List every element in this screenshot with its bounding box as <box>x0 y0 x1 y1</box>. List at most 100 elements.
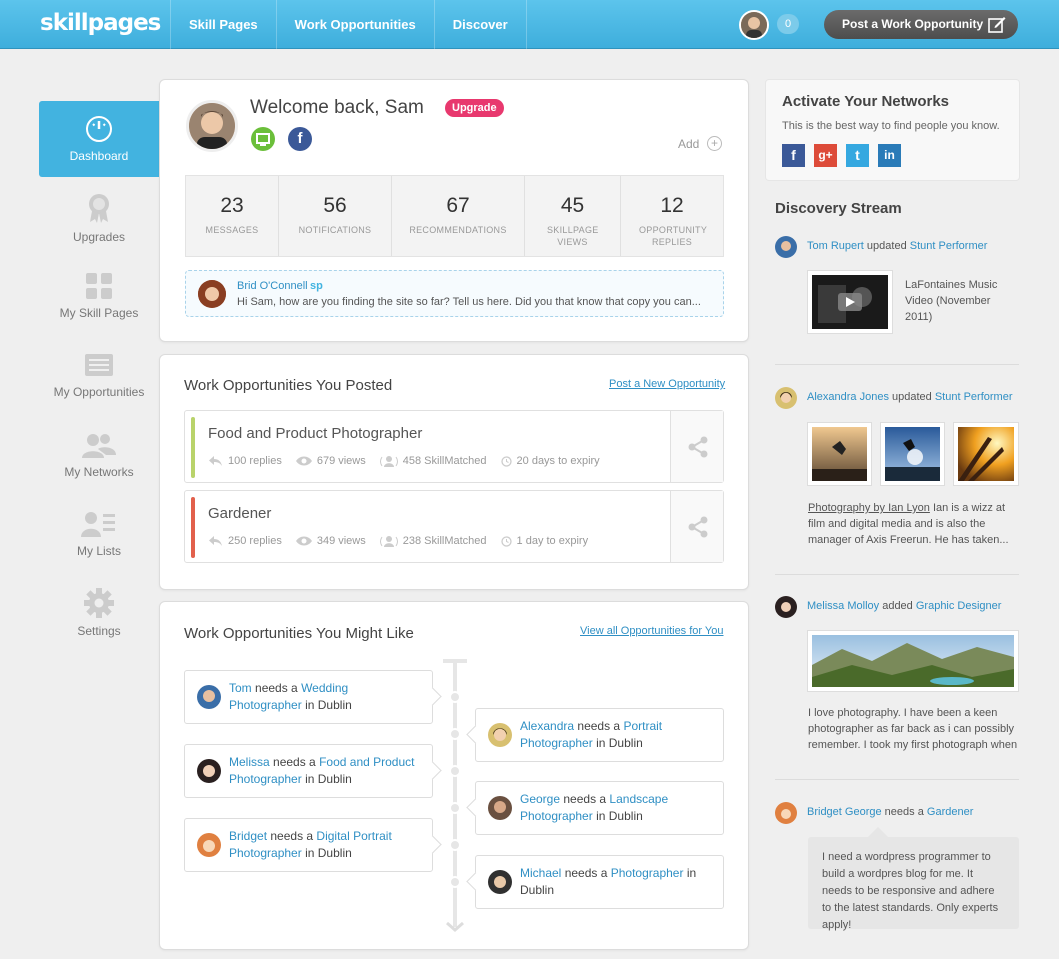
nav-work-opportunities[interactable]: Work Opportunities <box>275 0 434 49</box>
stat-recommendations[interactable]: 67 RECOMMENDATIONS <box>392 176 525 256</box>
welcome-card: Welcome back, Sam Upgrade f Add + 23 MES… <box>159 79 749 342</box>
opportunity-item[interactable]: Melissa needs a Food and Product Photogr… <box>184 744 433 798</box>
job-status-bar <box>191 497 195 558</box>
facebook-icon[interactable]: f <box>782 144 805 167</box>
job-views: 679 views <box>316 455 366 467</box>
job-meta: 100 replies 679 views 458 SkillMatched 2… <box>209 455 600 467</box>
avatar[interactable] <box>775 596 797 618</box>
reply-icon <box>209 456 222 466</box>
opportunity-item[interactable]: Bridget needs a Digital Portrait Photogr… <box>184 818 433 872</box>
edit-icon <box>988 17 1006 33</box>
request-quote: I need a wordpress programmer to build a… <box>808 827 1019 931</box>
avatar <box>197 685 221 709</box>
person-link[interactable]: Bridget George <box>807 806 882 818</box>
person-link[interactable]: Melissa Molloy <box>807 600 879 612</box>
notification-count[interactable]: 0 <box>777 14 799 34</box>
timeline-dot <box>449 765 461 777</box>
skillpages-network-icon[interactable] <box>251 127 275 151</box>
target-link[interactable]: Stunt Performer <box>910 240 988 252</box>
opportunity-item[interactable]: George needs a Landscape Photographer in… <box>475 781 724 835</box>
target-link[interactable]: Stunt Performer <box>935 391 1013 403</box>
job-title[interactable]: Gardener <box>208 505 271 522</box>
person-link[interactable]: Alexandra <box>520 719 574 733</box>
target-link[interactable]: Graphic Designer <box>916 600 1002 612</box>
user-avatar[interactable] <box>739 10 769 40</box>
sidebar-item-my-networks[interactable]: My Networks <box>39 433 159 479</box>
logo[interactable]: skillpages <box>40 10 161 36</box>
clock-icon <box>500 455 512 467</box>
stat-notifications[interactable]: 56 NOTIFICATIONS <box>279 176 392 256</box>
opportunity-item[interactable]: Tom needs a Wedding Photographer in Dubl… <box>184 670 433 724</box>
landscape-thumbnail[interactable] <box>807 630 1019 692</box>
list-icon <box>85 354 113 376</box>
clock-icon <box>500 535 512 547</box>
opportunity-text: Tom needs a Wedding Photographer in Dubl… <box>229 680 424 714</box>
posted-job[interactable]: Gardener 250 replies 349 views 238 Skill… <box>184 490 724 563</box>
sidebar-label-my-skill-pages: My Skill Pages <box>59 306 139 320</box>
person-link[interactable]: Alexandra Jones <box>807 391 889 403</box>
grid-icon <box>86 273 112 299</box>
profile-avatar[interactable] <box>186 100 238 152</box>
message-preview[interactable]: Brid O'Connell sp Hi Sam, how are you fi… <box>185 270 724 317</box>
share-icon <box>688 436 708 458</box>
place-text: Dublin <box>520 883 555 897</box>
job-title[interactable]: Food and Product Photographer <box>208 425 422 442</box>
message-sender[interactable]: Brid O'Connell <box>237 280 308 292</box>
sidebar-item-settings[interactable]: Settings <box>39 588 159 638</box>
sidebar-item-upgrades[interactable]: Upgrades <box>39 192 159 244</box>
in-text: in <box>596 809 606 823</box>
photography-link[interactable]: Photography by Ian Lyon <box>808 502 930 514</box>
job-expiry: 1 day to expiry <box>516 535 589 547</box>
person-link[interactable]: Melissa <box>229 755 270 769</box>
post-work-opportunity-button[interactable]: Post a Work Opportunity <box>824 10 1018 39</box>
opportunity-text: George needs a Landscape Photographer in… <box>520 791 715 825</box>
video-thumbnail[interactable] <box>807 270 893 334</box>
posted-job[interactable]: Food and Product Photographer 100 replie… <box>184 410 724 483</box>
twitter-icon[interactable]: t <box>846 144 869 167</box>
needs-text: needs a <box>273 755 316 769</box>
sidebar-item-my-opportunities[interactable]: My Opportunities <box>39 353 159 399</box>
target-link[interactable]: Gardener <box>927 806 973 818</box>
opportunity-item[interactable]: Alexandra needs a Portrait Photographer … <box>475 708 724 762</box>
posted-opportunities-card: Work Opportunities You Posted Post a New… <box>159 354 749 590</box>
might-like-title: Work Opportunities You Might Like <box>184 625 414 642</box>
person-link[interactable]: George <box>520 792 560 806</box>
in-text: in <box>686 866 697 880</box>
stat-skillpage-views[interactable]: 45 SKILLPAGE VIEWS <box>525 176 621 256</box>
nav-skill-pages[interactable]: Skill Pages <box>170 0 276 49</box>
person-link[interactable]: Bridget <box>229 829 267 843</box>
person-link[interactable]: Tom <box>229 681 252 695</box>
avatar[interactable] <box>775 802 797 824</box>
person-link[interactable]: Tom Rupert <box>807 240 864 252</box>
add-link[interactable]: Add <box>678 137 699 151</box>
role-link[interactable]: Photographer <box>611 866 684 880</box>
linkedin-icon[interactable]: in <box>878 144 901 167</box>
view-all-opportunities-link[interactable]: View all Opportunities for You <box>580 625 724 637</box>
share-button[interactable] <box>670 491 723 562</box>
photo-thumbnail[interactable] <box>880 422 945 486</box>
job-skillmatched: 238 SkillMatched <box>402 535 487 547</box>
reply-icon <box>209 536 222 546</box>
person-link[interactable]: Michael <box>520 866 561 880</box>
opportunity-item[interactable]: Michael needs a Photographer in Dublin <box>475 855 724 909</box>
avatar[interactable] <box>775 236 797 258</box>
sidebar-label-my-lists: My Lists <box>76 544 121 558</box>
upgrade-badge[interactable]: Upgrade <box>445 99 504 117</box>
opportunity-text: Alexandra needs a Portrait Photographer … <box>520 718 715 752</box>
add-plus-icon[interactable]: + <box>707 136 722 151</box>
sidebar-item-dashboard[interactable]: Dashboard <box>39 101 167 177</box>
google-plus-icon[interactable]: g+ <box>814 144 837 167</box>
sidebar-item-my-skill-pages[interactable]: My Skill Pages <box>39 272 159 320</box>
stat-opportunity-replies[interactable]: 12 OPPORTUNITY REPLIES <box>621 176 723 256</box>
facebook-icon[interactable]: f <box>288 127 312 151</box>
photo-thumbnail[interactable] <box>807 422 872 486</box>
share-button[interactable] <box>670 411 723 482</box>
stat-messages[interactable]: 23 MESSAGES <box>186 176 279 256</box>
stat-number: 56 <box>323 194 347 217</box>
nav-discover[interactable]: Discover <box>433 0 527 49</box>
timeline-dot <box>449 876 461 888</box>
post-new-opportunity-link[interactable]: Post a New Opportunity <box>609 378 725 390</box>
photo-thumbnail[interactable] <box>953 422 1019 486</box>
sidebar-item-my-lists[interactable]: My Lists <box>39 510 159 558</box>
avatar[interactable] <box>775 387 797 409</box>
